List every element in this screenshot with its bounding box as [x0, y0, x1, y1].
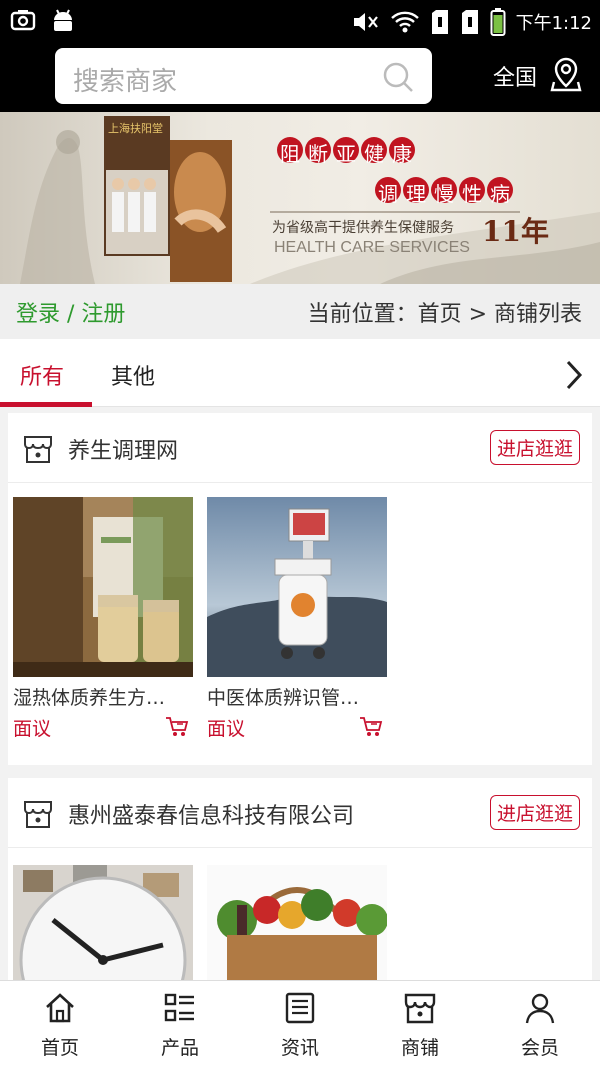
- nav-products[interactable]: 产品: [120, 991, 240, 1060]
- region-selector[interactable]: 全国: [493, 60, 537, 92]
- banner-sign: 上海扶阳堂: [108, 122, 163, 135]
- wifi-icon: [390, 11, 419, 33]
- shop-header[interactable]: 养生调理网 进店逛逛: [8, 413, 592, 483]
- bottom-nav: 首页 产品 资讯 商铺 会员: [0, 980, 600, 1067]
- product-card[interactable]: 湿热体质养生方… 面议: [13, 497, 193, 740]
- sim2-icon: [461, 10, 478, 34]
- store-icon: [404, 993, 436, 1024]
- news-icon: [285, 992, 315, 1024]
- android-icon: [54, 9, 72, 31]
- category-tabs: 所有 其他: [0, 339, 600, 407]
- product-name[interactable]: 湿热体质养生方…: [13, 683, 193, 710]
- nav-member[interactable]: 会员: [480, 991, 600, 1060]
- product-card[interactable]: 中医体质辨识管… 面议: [207, 497, 387, 740]
- product-image[interactable]: [13, 497, 193, 677]
- shop-name[interactable]: 惠州盛泰春信息科技有限公司: [68, 798, 354, 830]
- top-header: 搜索商家 全国: [0, 42, 600, 112]
- product-card[interactable]: [13, 865, 193, 980]
- breadcrumb-bar: 登录 / 注册 当前位置：首页 > 商铺列表: [0, 284, 600, 339]
- user-icon: [525, 993, 555, 1024]
- location-pin-icon[interactable]: [550, 56, 582, 92]
- search-box[interactable]: 搜索商家: [55, 48, 432, 104]
- product-card[interactable]: [207, 865, 387, 980]
- visit-shop-button[interactable]: 进店逛逛: [489, 430, 580, 465]
- tab-other[interactable]: 其他: [111, 359, 155, 391]
- battery-icon: [490, 8, 506, 36]
- nav-label: 首页: [40, 1037, 79, 1059]
- banner-english: HEALTH CARE SERVICES: [274, 239, 470, 256]
- banner-headline-1: 阻断亚健康: [280, 142, 420, 166]
- cart-icon[interactable]: [359, 716, 383, 738]
- nav-label: 产品: [160, 1037, 199, 1059]
- home-icon: [46, 993, 74, 1023]
- nav-home[interactable]: 首页: [0, 991, 120, 1060]
- shop-name[interactable]: 养生调理网: [68, 433, 178, 465]
- list-icon: [164, 993, 194, 1022]
- shop-header[interactable]: 惠州盛泰春信息科技有限公司 进店逛逛: [8, 778, 592, 848]
- active-tab-indicator: [0, 402, 92, 407]
- banner-tagline: 为省级高干提供养生保健服务: [272, 220, 454, 236]
- login-register-link[interactable]: 登录 / 注册: [16, 296, 125, 328]
- nav-shops[interactable]: 商铺: [360, 991, 480, 1060]
- shop-card: 养生调理网 进店逛逛 湿热体质养生方… 面议 中医体质辨识管… 面议: [8, 413, 592, 765]
- store-icon: [24, 801, 52, 828]
- product-price: 面议: [13, 718, 52, 740]
- mute-icon: [353, 13, 378, 31]
- shop-card: 惠州盛泰春信息科技有限公司 进店逛逛: [8, 778, 592, 980]
- status-time: 下午1:12: [515, 13, 592, 34]
- breadcrumb: 当前位置：首页 > 商铺列表: [307, 302, 582, 327]
- promo-banner[interactable]: 上海扶阳堂 阻断亚健康 调理慢性病 为省级高干提供养生保健服务 11年 HEAL…: [0, 112, 600, 284]
- banner-headline-2: 调理慢性病: [378, 182, 518, 206]
- product-name[interactable]: 中医体质辨识管…: [207, 683, 387, 710]
- product-price-row: 面议: [13, 714, 193, 740]
- nav-news[interactable]: 资讯: [240, 991, 360, 1060]
- product-price: 面议: [207, 718, 246, 740]
- nav-label: 商铺: [400, 1037, 439, 1059]
- banner-years: 11年: [482, 215, 549, 248]
- chevron-right-icon[interactable]: [564, 359, 584, 391]
- search-placeholder: 搜索商家: [73, 67, 178, 97]
- cart-icon[interactable]: [165, 716, 189, 738]
- product-image[interactable]: [207, 865, 387, 980]
- screenshot-icon: [10, 10, 36, 31]
- search-icon[interactable]: [382, 61, 414, 93]
- store-icon: [24, 436, 52, 463]
- nav-label: 资讯: [280, 1037, 319, 1059]
- product-image[interactable]: [13, 865, 193, 980]
- nav-label: 会员: [520, 1037, 559, 1059]
- tab-all[interactable]: 所有: [20, 359, 64, 391]
- sim-icon: [431, 10, 448, 34]
- product-price-row: 面议: [207, 714, 387, 740]
- status-bar: 下午1:12: [0, 0, 600, 42]
- product-image[interactable]: [207, 497, 387, 677]
- visit-shop-button[interactable]: 进店逛逛: [489, 795, 580, 830]
